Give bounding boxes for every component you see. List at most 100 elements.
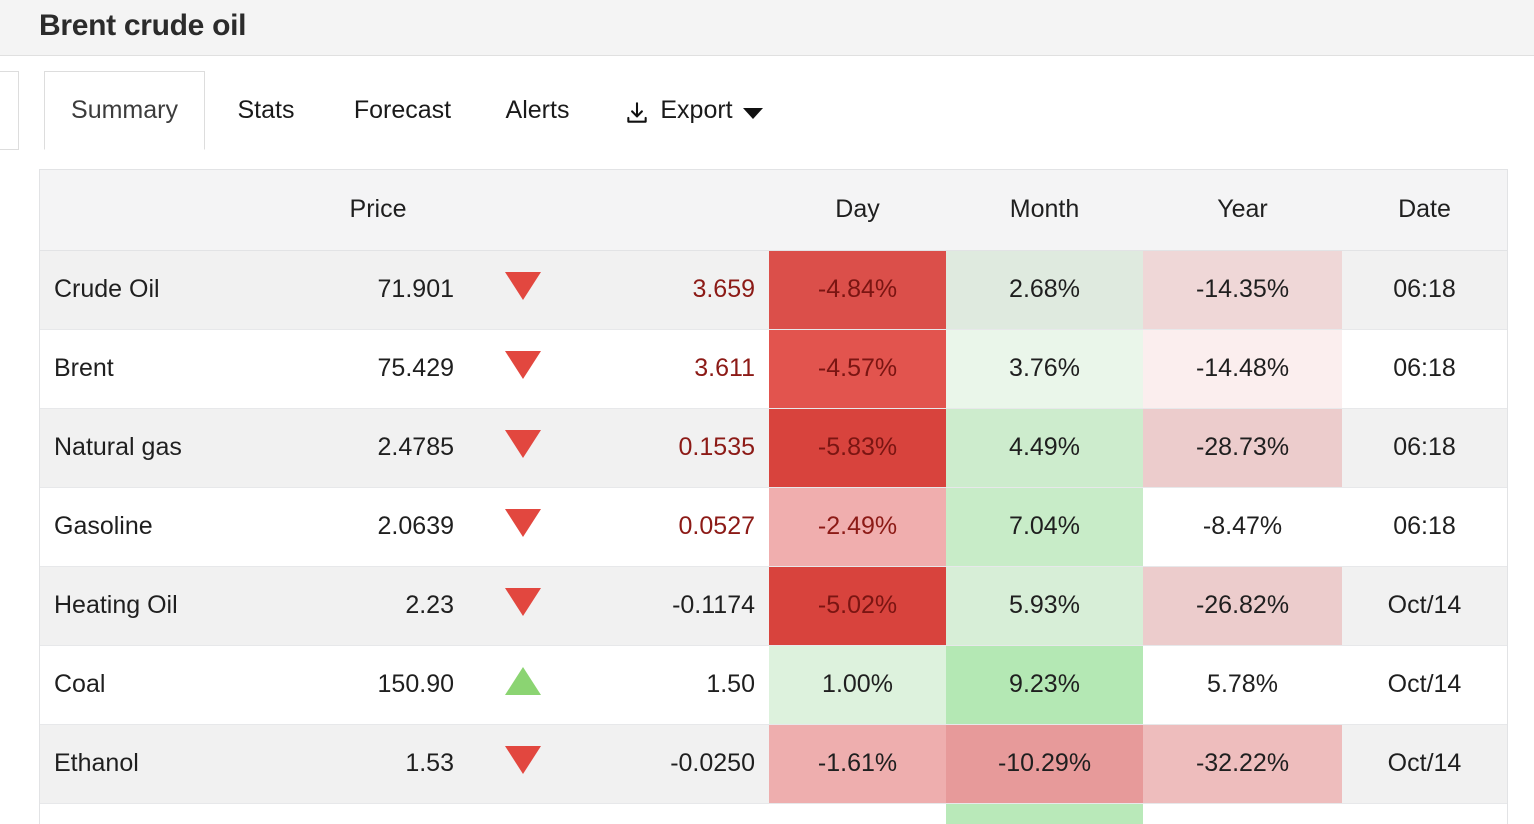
cell-date: 06:18: [1342, 329, 1507, 409]
cell-name[interactable]: Crude Oil: [40, 250, 288, 330]
cell-name[interactable]: Coal: [40, 645, 288, 725]
cell-date: [1342, 803, 1507, 824]
table-row[interactable]: Brent 75.429 3.611 -4.57% 3.76% -14.48% 06:18: [40, 329, 1507, 409]
tab-bar-left-stub: [0, 71, 19, 150]
tab-bar: Summary Stats Forecast Alerts Export: [0, 57, 1534, 153]
tab-export[interactable]: Export: [596, 71, 791, 150]
header-month[interactable]: Month: [946, 170, 1143, 251]
header-arrow: [468, 170, 578, 251]
header-price[interactable]: Price: [288, 170, 468, 251]
cell-price: 2.4785: [288, 408, 468, 488]
tab-export-label: Export: [660, 96, 733, 124]
cell-direction: [468, 803, 578, 824]
page-root: Brent crude oil Summary Stats Forecast A…: [0, 0, 1534, 824]
cell-year: -8.47%: [1143, 487, 1342, 567]
commodities-table-container: Price Day Month Year Date Crude Oil 71.90…: [39, 169, 1508, 824]
cell-date: 06:18: [1342, 250, 1507, 330]
cell-date: 06:18: [1342, 487, 1507, 567]
table-header-row: Price Day Month Year Date: [40, 170, 1507, 251]
cell-change: [578, 803, 769, 824]
cell-direction: [468, 645, 578, 725]
table-row[interactable]: Natural gas 2.4785 0.1535 -5.83% 4.49% -28.73…: [40, 408, 1507, 488]
triangle-down-icon: [505, 509, 541, 537]
cell-year: -32.22%: [1143, 724, 1342, 804]
table-row[interactable]: Coal 150.90 1.50 1.00% 9.23% 5.78% Oct/14: [40, 645, 1507, 725]
cell-day: 1.00%: [769, 645, 946, 725]
header-day[interactable]: Day: [769, 170, 946, 251]
cell-name[interactable]: Heating Oil: [40, 566, 288, 646]
cell-change: 0.1535: [578, 408, 769, 488]
cell-date: Oct/14: [1342, 566, 1507, 646]
cell-month: [946, 803, 1143, 824]
cell-direction: [468, 566, 578, 646]
cell-change: 0.0527: [578, 487, 769, 567]
header-name[interactable]: [40, 170, 288, 251]
cell-month: 5.93%: [946, 566, 1143, 646]
cell-change: 3.659: [578, 250, 769, 330]
cell-year: -14.48%: [1143, 329, 1342, 409]
cell-day: [769, 803, 946, 824]
cell-direction: [468, 250, 578, 330]
cell-year: -26.82%: [1143, 566, 1342, 646]
triangle-down-icon: [505, 351, 541, 379]
cell-price: 1.53: [288, 724, 468, 804]
cell-name[interactable]: [40, 803, 288, 824]
table-row[interactable]: Crude Oil 71.901 3.659 -4.84% 2.68% -14.35% 06…: [40, 250, 1507, 330]
cell-year: [1143, 803, 1342, 824]
cell-day: -5.83%: [769, 408, 946, 488]
table-head: Price Day Month Year Date: [40, 170, 1507, 251]
cell-name[interactable]: Natural gas: [40, 408, 288, 488]
header-year[interactable]: Year: [1143, 170, 1342, 251]
cell-year: -28.73%: [1143, 408, 1342, 488]
cell-direction: [468, 329, 578, 409]
tab-alerts-label: Alerts: [505, 96, 570, 124]
triangle-down-icon: [505, 588, 541, 616]
cell-change: -0.0250: [578, 724, 769, 804]
cell-price: 150.90: [288, 645, 468, 725]
tab-alerts[interactable]: Alerts: [479, 71, 596, 150]
commodities-table: Price Day Month Year Date Crude Oil 71.90…: [40, 170, 1507, 824]
triangle-up-icon: [505, 667, 541, 695]
cell-price: 2.0639: [288, 487, 468, 567]
cell-price: 71.901: [288, 250, 468, 330]
cell-name[interactable]: Brent: [40, 329, 288, 409]
cell-direction: [468, 487, 578, 567]
cell-month: -10.29%: [946, 724, 1143, 804]
table-row[interactable]: [40, 803, 1507, 824]
tab-stats[interactable]: Stats: [206, 71, 326, 150]
cell-price: [288, 803, 468, 824]
table-row[interactable]: Heating Oil 2.23 -0.1174 -5.02% 5.93% -26.82%…: [40, 566, 1507, 646]
cell-change: -0.1174: [578, 566, 769, 646]
cell-month: 2.68%: [946, 250, 1143, 330]
header-date[interactable]: Date: [1342, 170, 1507, 251]
cell-day: -2.49%: [769, 487, 946, 567]
cell-year: -14.35%: [1143, 250, 1342, 330]
table-body: Crude Oil 71.901 3.659 -4.84% 2.68% -14.35% 06…: [40, 250, 1507, 824]
cell-day: -4.57%: [769, 329, 946, 409]
cell-change: 1.50: [578, 645, 769, 725]
tab-forecast-label: Forecast: [353, 96, 452, 124]
cell-date: 06:18: [1342, 408, 1507, 488]
tab-stats-label: Stats: [237, 96, 295, 124]
cell-year: 5.78%: [1143, 645, 1342, 725]
cell-month: 7.04%: [946, 487, 1143, 567]
page-title: Brent crude oil: [39, 9, 247, 42]
tab-summary-label: Summary: [71, 96, 178, 124]
cell-direction: [468, 724, 578, 804]
download-icon: [624, 100, 650, 126]
cell-price: 2.23: [288, 566, 468, 646]
tab-forecast[interactable]: Forecast: [326, 71, 479, 150]
triangle-down-icon: [505, 430, 541, 458]
cell-month: 9.23%: [946, 645, 1143, 725]
table-row[interactable]: Ethanol 1.53 -0.0250 -1.61% -10.29% -32.22% Oc…: [40, 724, 1507, 804]
cell-day: -4.84%: [769, 250, 946, 330]
cell-date: Oct/14: [1342, 724, 1507, 804]
cell-name[interactable]: Ethanol: [40, 724, 288, 804]
cell-price: 75.429: [288, 329, 468, 409]
triangle-down-icon: [505, 272, 541, 300]
chevron-down-icon: [742, 108, 763, 119]
tab-summary[interactable]: Summary: [44, 71, 205, 150]
cell-direction: [468, 408, 578, 488]
table-row[interactable]: Gasoline 2.0639 0.0527 -2.49% 7.04% -8.47% 06:…: [40, 487, 1507, 567]
cell-name[interactable]: Gasoline: [40, 487, 288, 567]
